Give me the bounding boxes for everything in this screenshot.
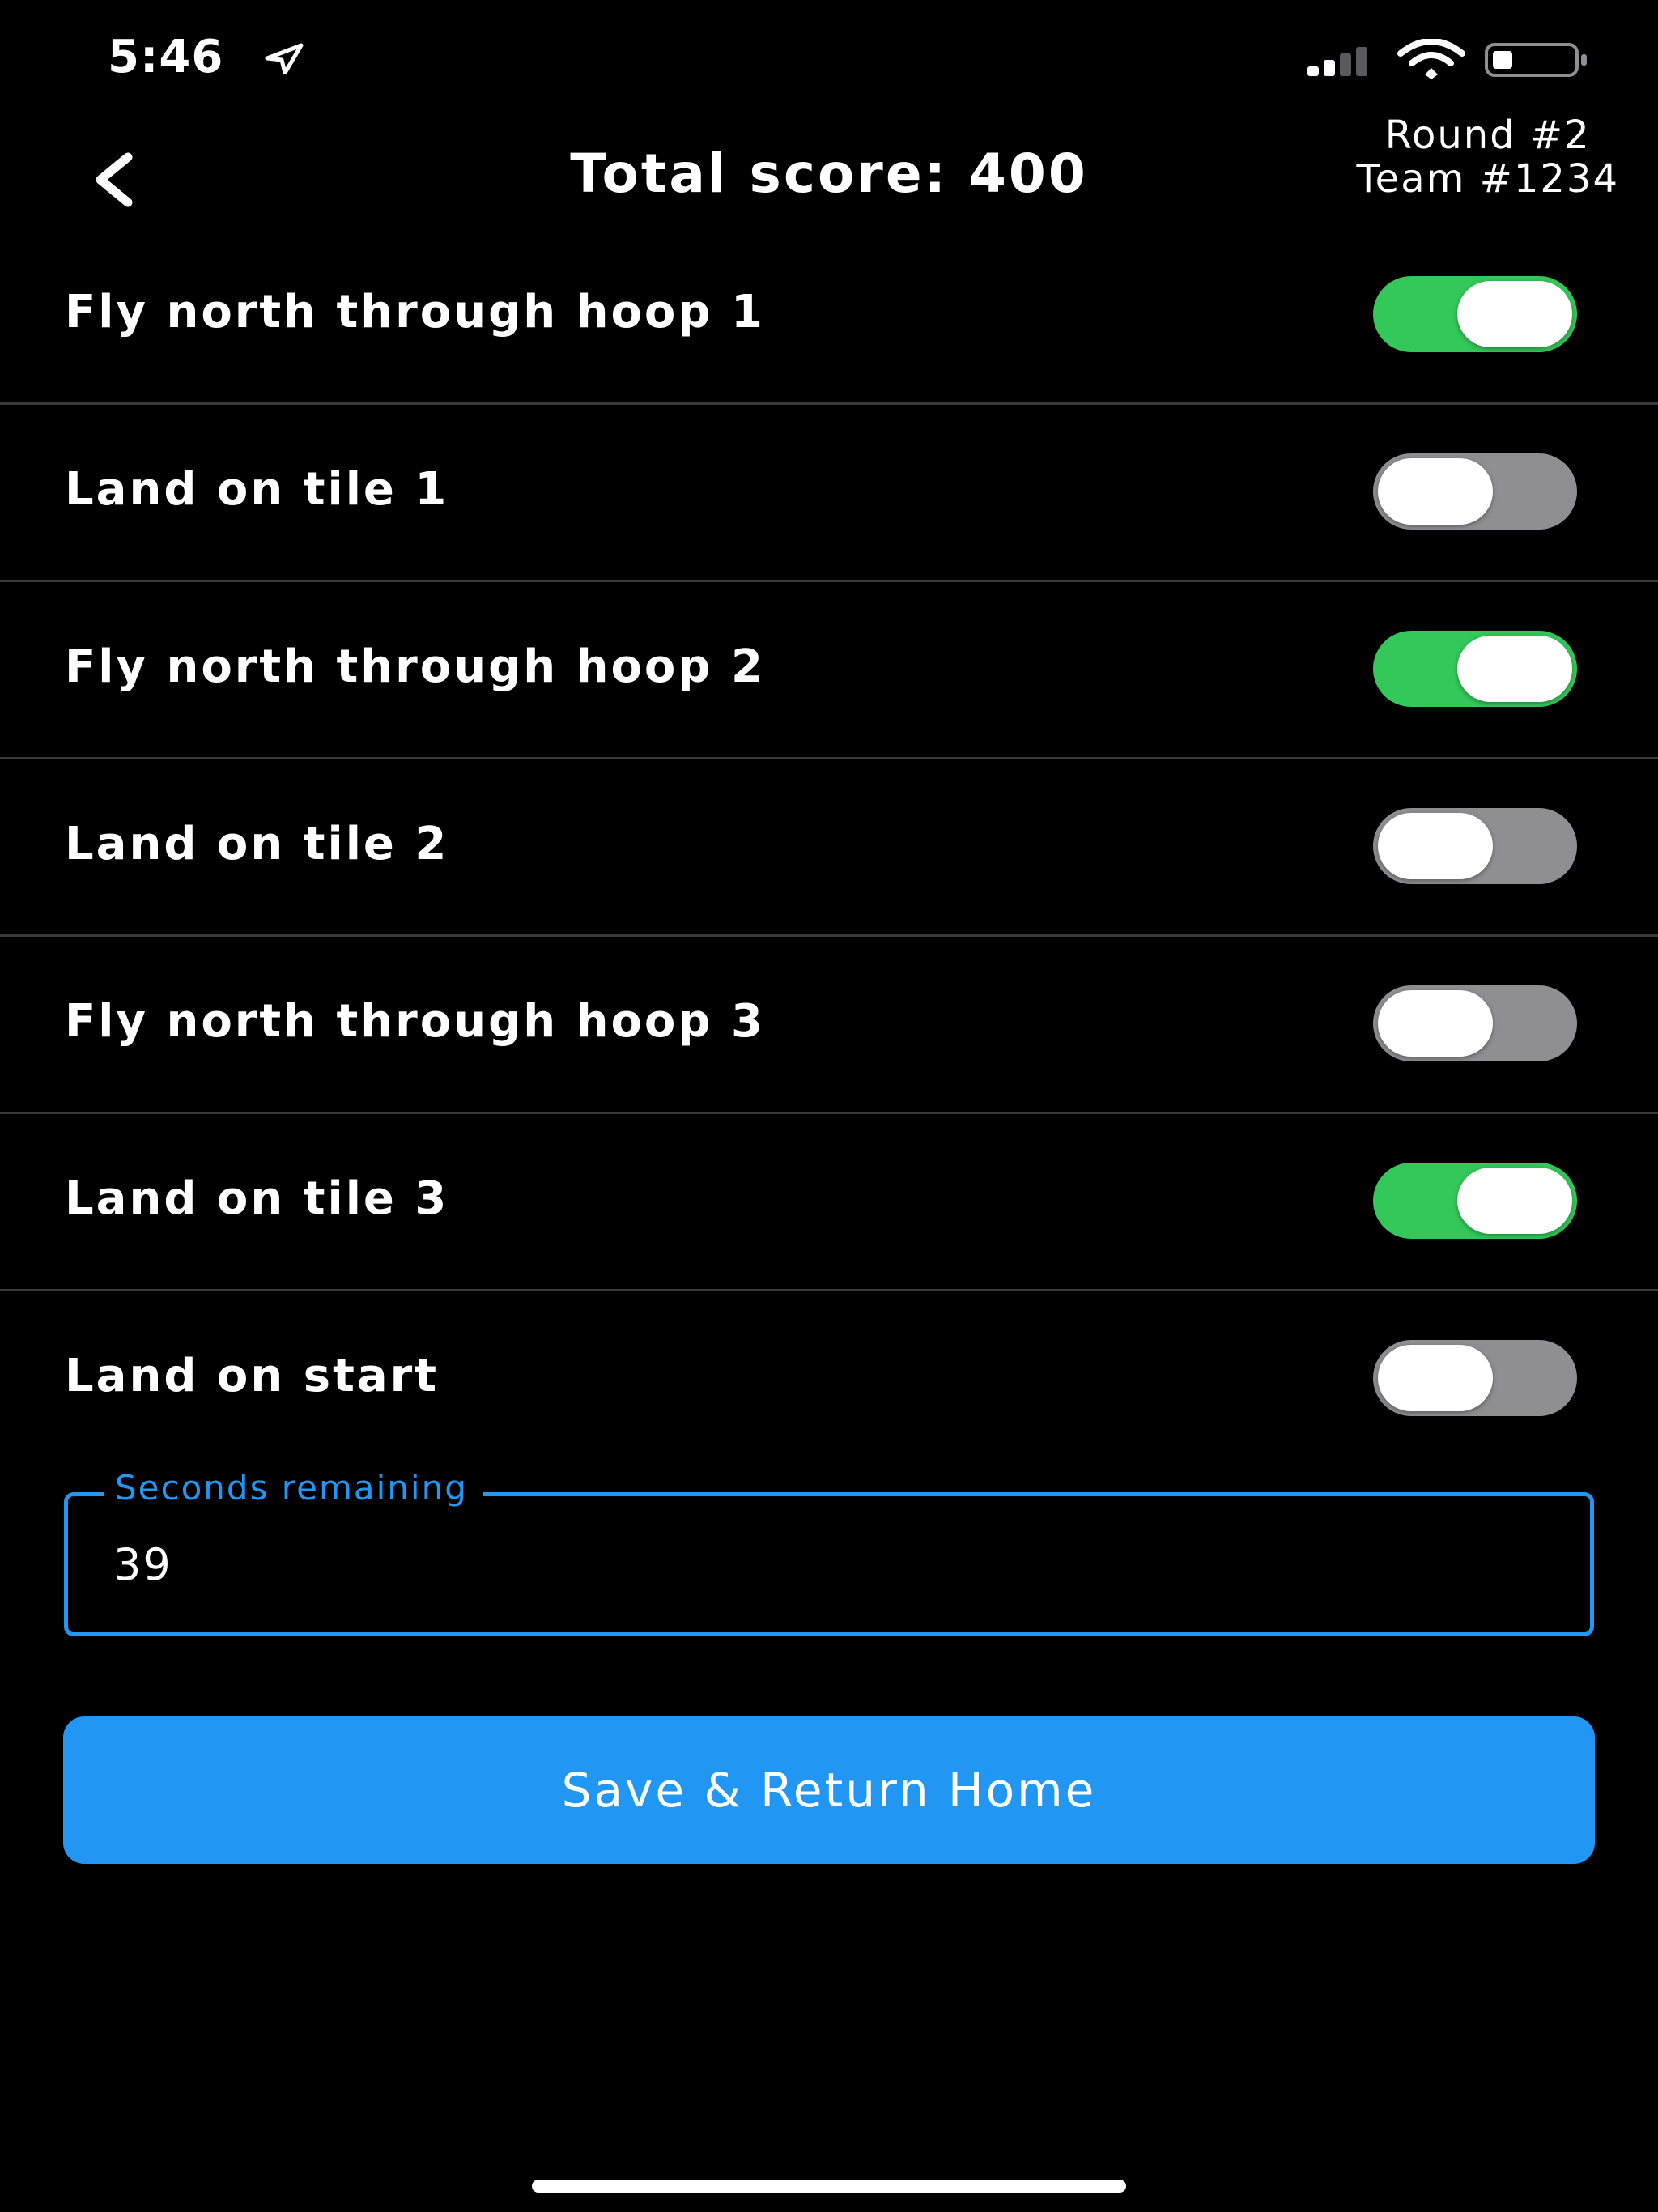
toggle-knob — [1378, 458, 1493, 525]
seconds-remaining-label: Seconds remaining — [104, 1465, 483, 1511]
seconds-remaining-input[interactable] — [113, 1532, 1490, 1597]
task-list: Fly north through hoop 1 Land on tile 1 … — [0, 228, 1658, 1469]
toggle-knob — [1378, 813, 1493, 879]
task-label: Land on tile 3 — [65, 1172, 449, 1225]
task-row: Fly north through hoop 1 — [0, 228, 1658, 405]
task-toggle[interactable] — [1373, 453, 1577, 530]
task-label: Land on start — [65, 1350, 440, 1402]
task-row: Land on tile 3 — [0, 1114, 1658, 1291]
task-row: Fly north through hoop 3 — [0, 937, 1658, 1114]
status-time: 5:46 — [108, 31, 224, 83]
task-label: Land on tile 1 — [65, 463, 449, 516]
battery-icon — [1485, 43, 1587, 77]
toggle-knob — [1378, 1345, 1493, 1411]
wifi-icon — [1397, 39, 1465, 79]
cellular-signal-icon — [1307, 47, 1367, 76]
task-label: Fly north through hoop 3 — [65, 995, 765, 1048]
task-label: Land on tile 2 — [65, 818, 449, 870]
location-arrow-icon — [265, 43, 304, 74]
task-row: Land on tile 2 — [0, 759, 1658, 937]
task-toggle[interactable] — [1373, 631, 1577, 707]
task-label: Fly north through hoop 1 — [65, 286, 765, 338]
home-indicator[interactable] — [532, 2180, 1126, 2193]
task-toggle[interactable] — [1373, 1340, 1577, 1416]
task-row: Land on tile 1 — [0, 405, 1658, 582]
save-return-home-button[interactable]: Save & Return Home — [63, 1716, 1595, 1864]
toggle-knob — [1457, 281, 1572, 347]
toggle-knob — [1378, 990, 1493, 1057]
task-row: Land on start — [0, 1291, 1658, 1469]
seconds-remaining-field: Seconds remaining — [64, 1465, 1594, 1636]
task-toggle[interactable] — [1373, 276, 1577, 352]
task-label: Fly north through hoop 2 — [65, 640, 765, 693]
team-number: Team #1234 — [1356, 156, 1619, 202]
status-bar: 5:46 — [0, 0, 1658, 121]
task-toggle[interactable] — [1373, 985, 1577, 1061]
task-row: Fly north through hoop 2 — [0, 582, 1658, 759]
task-toggle[interactable] — [1373, 808, 1577, 884]
toggle-knob — [1457, 636, 1572, 702]
toggle-knob — [1457, 1168, 1572, 1234]
round-number: Round #2 — [1384, 113, 1591, 158]
task-toggle[interactable] — [1373, 1163, 1577, 1239]
round-team-info: Round #2 Team #1234 — [1357, 113, 1620, 201]
